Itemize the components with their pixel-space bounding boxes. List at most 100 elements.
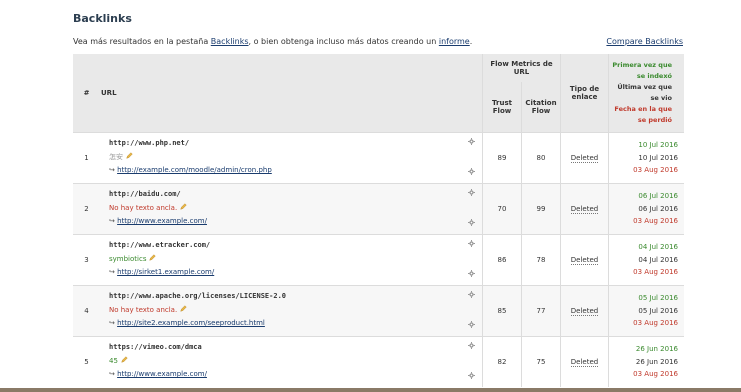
lost-date: 03 Aug 2016 xyxy=(633,166,678,175)
link-type-value[interactable]: Deleted xyxy=(570,256,599,265)
header-num: # xyxy=(73,54,100,133)
pencil-icon[interactable] xyxy=(149,254,157,261)
source-url[interactable]: http://sirket1.example.com/ xyxy=(117,268,214,276)
gear-icon[interactable] xyxy=(468,291,475,298)
url-cell: http://www.etracker.com/ symbiotics ↪ ht… xyxy=(100,234,483,286)
gear-icon[interactable] xyxy=(468,138,475,145)
source-url-row: ↪ http://www.example.com/ xyxy=(109,217,207,225)
header-link-type: Tipo de enlace xyxy=(560,54,609,133)
dates-cell: 05 Jul 2016 05 Jul 2016 03 Aug 2016 xyxy=(608,285,684,337)
url-cell: http://www.php.net/ 怎安 ↪ http://example.… xyxy=(100,132,483,184)
dates-cell: 10 Jul 2016 10 Jul 2016 03 Aug 2016 xyxy=(608,132,684,184)
last-seen-date: 05 Jul 2016 xyxy=(638,306,678,315)
first-seen-date: 26 Jun 2016 xyxy=(635,345,678,354)
anchor-text-row: No hay texto ancla. xyxy=(109,305,187,314)
lost-date: 03 Aug 2016 xyxy=(633,268,678,277)
pencil-icon[interactable] xyxy=(121,356,128,363)
intro-prefix: Vea más resultados en la pestaña xyxy=(73,37,211,46)
first-seen-date: 06 Jul 2016 xyxy=(638,192,678,201)
report-link[interactable]: informe xyxy=(439,37,470,46)
gear-icon[interactable] xyxy=(468,342,475,349)
link-type-cell: Deleted xyxy=(560,234,609,286)
trust-flow-value: 89 xyxy=(482,132,522,184)
anchor-text: symbiotics xyxy=(109,255,147,263)
intro-middle: , o bien obtenga incluso más datos crean… xyxy=(248,37,439,46)
header-url: URL xyxy=(100,54,483,133)
return-arrow-icon: ↪ xyxy=(109,370,118,378)
table-row: 5 https://vimeo.com/dmca 45 ↪ http://www… xyxy=(73,336,684,387)
link-type-cell: Deleted xyxy=(560,285,609,337)
source-url-row: ↪ http://example.com/moodle/admin/cron.p… xyxy=(109,166,272,174)
trust-flow-value: 82 xyxy=(482,336,522,387)
header-flow-metrics: Flow Metrics de URL xyxy=(482,54,561,82)
first-seen-date: 05 Jul 2016 xyxy=(638,294,678,303)
table-row: 2 http://baidu.com/ No hay texto ancla. … xyxy=(73,183,684,235)
table-row: 4 http://www.apache.org/licenses/LICENSE… xyxy=(73,285,684,337)
gear-icon[interactable] xyxy=(468,168,475,175)
link-type-value[interactable]: Deleted xyxy=(570,358,599,367)
pencil-icon[interactable] xyxy=(126,152,133,159)
gear-icon[interactable] xyxy=(468,321,475,328)
link-type-value[interactable]: Deleted xyxy=(570,154,599,163)
anchor-text: 怎安 xyxy=(109,153,123,161)
page-title: Backlinks xyxy=(73,12,132,25)
url-cell: https://vimeo.com/dmca 45 ↪ http://www.e… xyxy=(100,336,483,387)
header-last-seen: Última vez que se vio xyxy=(617,83,672,102)
header-lost-date: Fecha en la que se perdió xyxy=(614,105,672,124)
citation-flow-value: 77 xyxy=(521,285,561,337)
gear-icon[interactable] xyxy=(468,270,475,277)
backlink-url[interactable]: http://www.apache.org/licenses/LICENSE-2… xyxy=(109,292,286,300)
citation-flow-value: 80 xyxy=(521,132,561,184)
pencil-icon[interactable] xyxy=(180,203,187,210)
lost-date: 03 Aug 2016 xyxy=(633,217,678,226)
trust-flow-value: 86 xyxy=(482,234,522,286)
backlink-url[interactable]: http://baidu.com/ xyxy=(109,190,181,198)
header-citation-flow: Citation Flow xyxy=(521,82,561,133)
return-arrow-icon: ↪ xyxy=(109,319,118,327)
row-number: 4 xyxy=(73,285,100,337)
backlink-url[interactable]: http://www.php.net/ xyxy=(109,139,189,147)
link-type-value[interactable]: Deleted xyxy=(570,307,599,316)
anchor-text: No hay texto ancla. xyxy=(109,204,178,212)
source-url[interactable]: http://example.com/moodle/admin/cron.php xyxy=(117,166,272,174)
last-seen-date: 10 Jul 2016 xyxy=(638,153,678,162)
dates-cell: 26 Jun 2016 26 Jun 2016 03 Aug 2016 xyxy=(608,336,684,387)
link-type-cell: Deleted xyxy=(560,183,609,235)
anchor-text-row: 45 xyxy=(109,356,128,365)
backlink-url[interactable]: https://vimeo.com/dmca xyxy=(109,343,202,351)
source-url[interactable]: http://site2.example.com/seeproduct.html xyxy=(117,319,265,327)
anchor-text: 45 xyxy=(109,357,118,365)
link-type-cell: Deleted xyxy=(560,132,609,184)
dates-cell: 06 Jul 2016 06 Jul 2016 03 Aug 2016 xyxy=(608,183,684,235)
first-seen-date: 04 Jul 2016 xyxy=(638,243,678,252)
pencil-icon[interactable] xyxy=(180,305,187,312)
source-url[interactable]: http://www.example.com/ xyxy=(117,370,207,378)
table-row: 3 http://www.etracker.com/ symbiotics ↪ … xyxy=(73,234,684,286)
last-seen-date: 04 Jul 2016 xyxy=(638,255,678,264)
dates-cell: 04 Jul 2016 04 Jul 2016 03 Aug 2016 xyxy=(608,234,684,286)
citation-flow-value: 99 xyxy=(521,183,561,235)
gear-icon[interactable] xyxy=(468,372,475,379)
last-seen-date: 06 Jul 2016 xyxy=(638,204,678,213)
header-dates: Primera vez que se indexó Última vez que… xyxy=(608,54,684,133)
gear-icon[interactable] xyxy=(468,219,475,226)
bottom-bar xyxy=(0,388,741,392)
gear-icon[interactable] xyxy=(468,189,475,196)
link-type-value[interactable]: Deleted xyxy=(570,205,599,214)
anchor-text-row: symbiotics xyxy=(109,254,157,263)
source-url-row: ↪ http://www.example.com/ xyxy=(109,370,207,378)
row-number: 1 xyxy=(73,132,100,184)
intro-suffix: . xyxy=(469,37,473,46)
intro-text: Vea más resultados en la pestaña Backlin… xyxy=(73,37,685,46)
last-seen-date: 26 Jun 2016 xyxy=(635,357,678,366)
citation-flow-value: 75 xyxy=(521,336,561,387)
backlink-url[interactable]: http://www.etracker.com/ xyxy=(109,241,210,249)
lost-date: 03 Aug 2016 xyxy=(633,370,678,379)
anchor-text-row: 怎安 xyxy=(109,152,133,162)
compare-backlinks-link[interactable]: Compare Backlinks xyxy=(606,37,683,46)
source-url[interactable]: http://www.example.com/ xyxy=(117,217,207,225)
backlinks-tab-link[interactable]: Backlinks xyxy=(211,37,249,46)
link-type-cell: Deleted xyxy=(560,336,609,387)
gear-icon[interactable] xyxy=(468,240,475,247)
return-arrow-icon: ↪ xyxy=(109,166,118,174)
